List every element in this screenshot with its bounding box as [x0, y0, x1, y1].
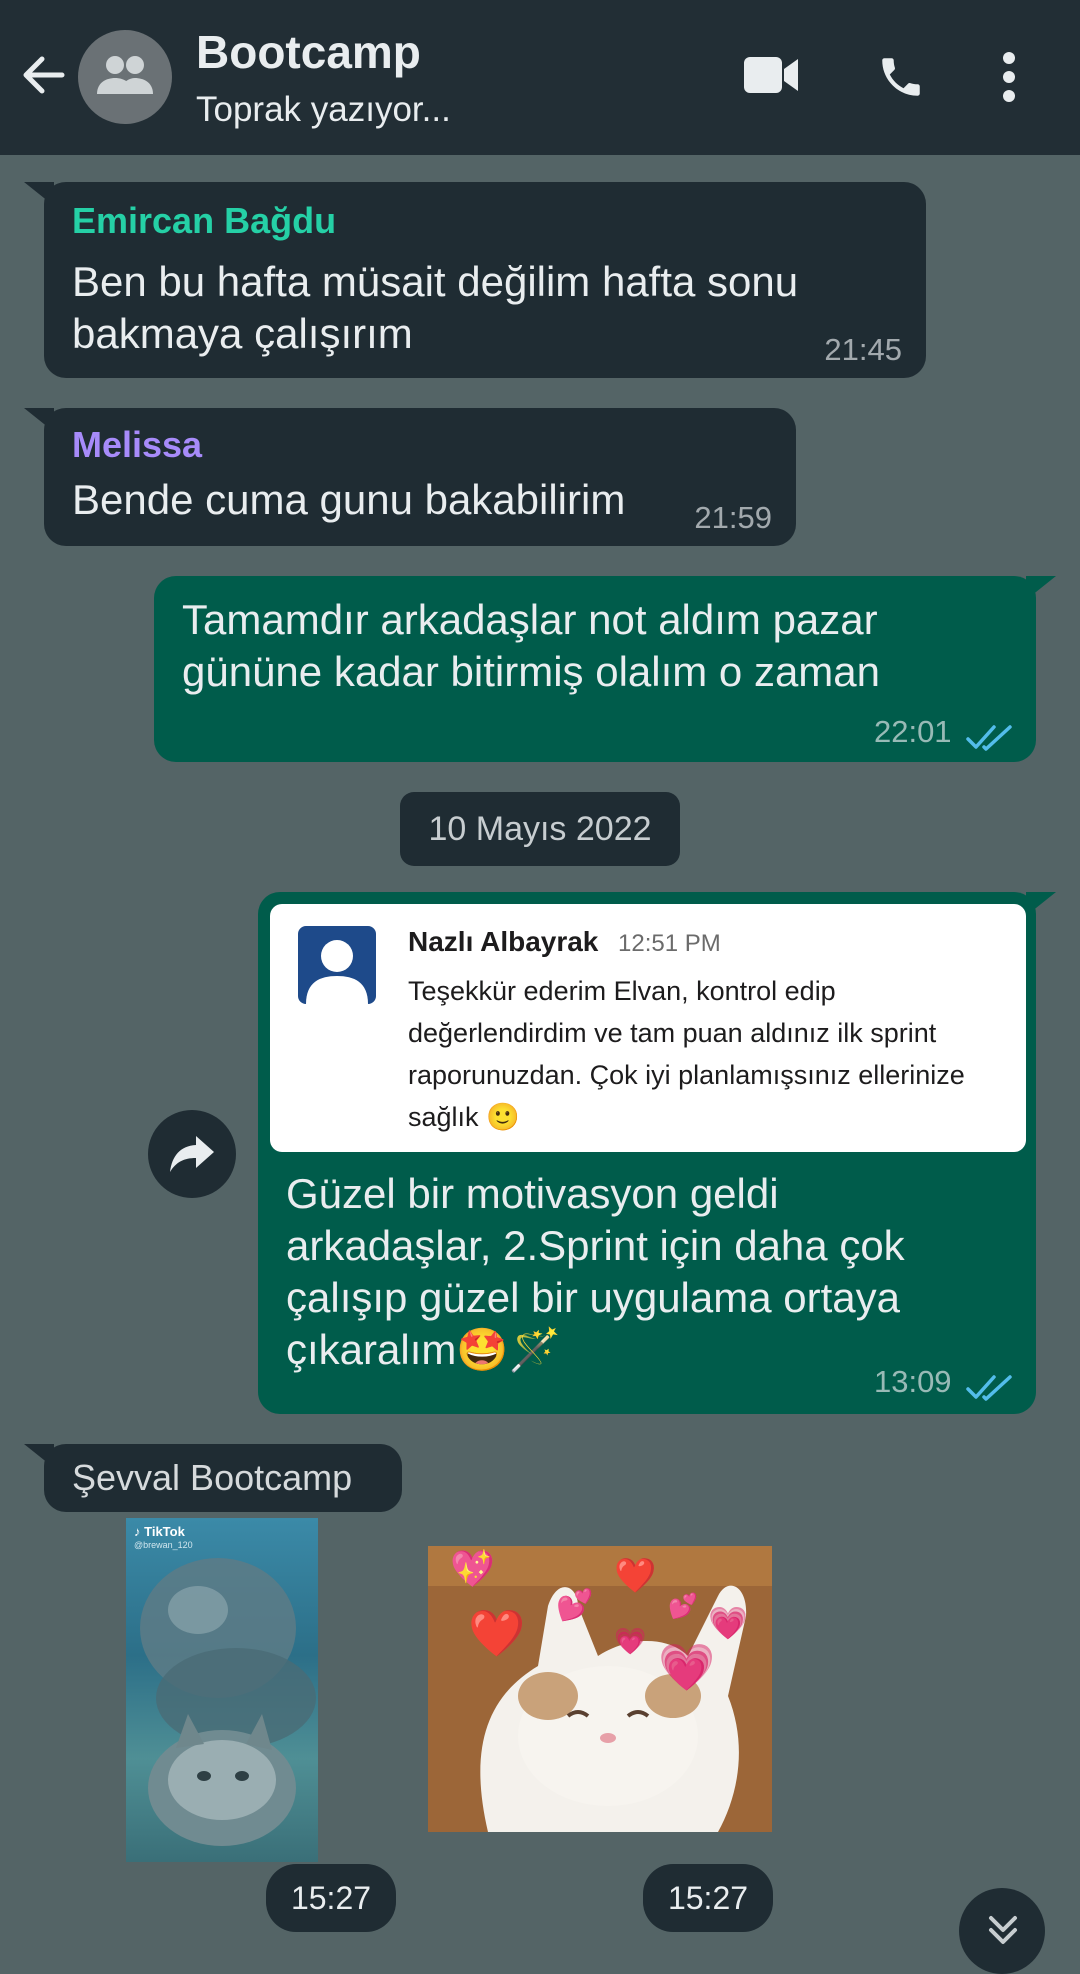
card-timestamp: 12:51 PM [618, 930, 721, 957]
card-message-text: Teşekkür ederim Elvan, kontrol edip değe… [408, 976, 965, 1132]
media-time: 15:27 [266, 1864, 396, 1932]
chat-header: Bootcamp Toprak yazıyor... [0, 0, 1080, 155]
outgoing-message[interactable]: Tamamdır arkadaşlar not aldım pazar günü… [154, 576, 1056, 762]
message-text: Güzel bir motivasyon geldi arkadaşlar, 2… [286, 1168, 905, 1376]
image-attachment[interactable]: Nazlı Albayrak 12:51 PM Teşekkür ederim … [270, 904, 1026, 1152]
user-avatar [298, 926, 376, 1004]
back-arrow-icon[interactable] [18, 50, 68, 100]
sender-name[interactable]: Melissa [72, 424, 202, 466]
group-avatar[interactable] [78, 30, 172, 124]
date-separator: 10 Mayıs 2022 [400, 792, 680, 866]
sticker-cat-hearts[interactable]: 💖 ❤️ ❤️ 💕 💗 💗 💗 💕 [428, 1546, 772, 1832]
message-line: Güzel bir motivasyon geldi [286, 1170, 779, 1217]
message-line: gününe kadar bitirmiş olalım o zaman [182, 648, 881, 695]
scroll-to-bottom-button[interactable] [959, 1888, 1045, 1974]
message-time: 21:45 [824, 332, 902, 367]
message-text: Ben bu hafta müsait değilim hafta sonu b… [72, 256, 798, 360]
heart-sticker-icon: 💕 [556, 1589, 594, 1622]
heart-sticker-icon: 💗 [614, 1626, 647, 1656]
heart-sticker-icon: 💕 [668, 1593, 698, 1620]
message-text: Tamamdır arkadaşlar not aldım pazar günü… [182, 594, 880, 698]
more-options-icon[interactable] [1000, 52, 1018, 107]
message-text: Bende cuma gunu bakabilirim [72, 476, 626, 523]
bubble-tail [1026, 892, 1056, 916]
phone-call-icon[interactable] [876, 52, 926, 107]
card-author-name: Nazlı Albayrak [408, 926, 599, 957]
incoming-message[interactable]: Melissa Bende cuma gunu bakabilirim 21:5… [24, 408, 796, 546]
heart-sticker-icon: ❤️ [614, 1557, 657, 1595]
bubble-tail [1026, 576, 1056, 600]
heart-sticker-icon: ❤️ [468, 1607, 526, 1659]
heart-sticker-icon: 💗 [658, 1641, 716, 1693]
forward-icon [170, 1136, 214, 1172]
typing-status: Toprak yazıyor... [196, 90, 451, 129]
bubble-tail [24, 182, 54, 206]
message-line: arkadaşlar, 2.Sprint için daha çok [286, 1222, 905, 1269]
read-ticks-icon [966, 725, 1012, 751]
message-line: bakmaya çalışırım [72, 310, 413, 357]
message-line: çıkaralım🤩🪄 [286, 1326, 561, 1373]
forward-button[interactable] [148, 1110, 236, 1198]
video-call-icon[interactable] [742, 55, 800, 100]
heart-sticker-icon: 💗 [708, 1605, 748, 1641]
read-ticks-icon [966, 1375, 1012, 1401]
group-icon [97, 56, 153, 94]
sender-name[interactable]: Emircan Bağdu [72, 200, 336, 242]
heart-sticker-icon: 💖 [450, 1548, 495, 1589]
message-time: 13:09 [873, 1364, 952, 1399]
incoming-message[interactable]: Emircan Bağdu Ben bu hafta müsait değili… [24, 182, 926, 378]
incoming-message[interactable]: Şevval Bootcamp [24, 1444, 402, 1512]
message-meta: 22:01 [874, 714, 1012, 752]
message-meta: 13:09 [874, 1364, 1012, 1402]
double-chevron-down-icon [989, 1916, 1017, 1944]
cat-video-illustration [140, 1558, 316, 1846]
sticker-tiktok-cat[interactable]: ♪ TikTok @brewan_120 [126, 1518, 318, 1862]
message-time: 22:01 [873, 714, 952, 749]
message-line: çalışıp güzel bir uygulama ortaya [286, 1274, 900, 1321]
bubble-tail [24, 408, 54, 432]
bubble-tail [24, 1444, 54, 1468]
message-line: Ben bu hafta müsait değilim hafta sonu [72, 258, 799, 305]
media-time: 15:27 [643, 1864, 773, 1932]
message-line: Tamamdır arkadaşlar not aldım pazar [182, 596, 878, 643]
chat-title[interactable]: Bootcamp [196, 25, 421, 79]
message-time: 21:59 [694, 500, 772, 535]
sender-name[interactable]: Şevval Bootcamp [72, 1457, 352, 1499]
